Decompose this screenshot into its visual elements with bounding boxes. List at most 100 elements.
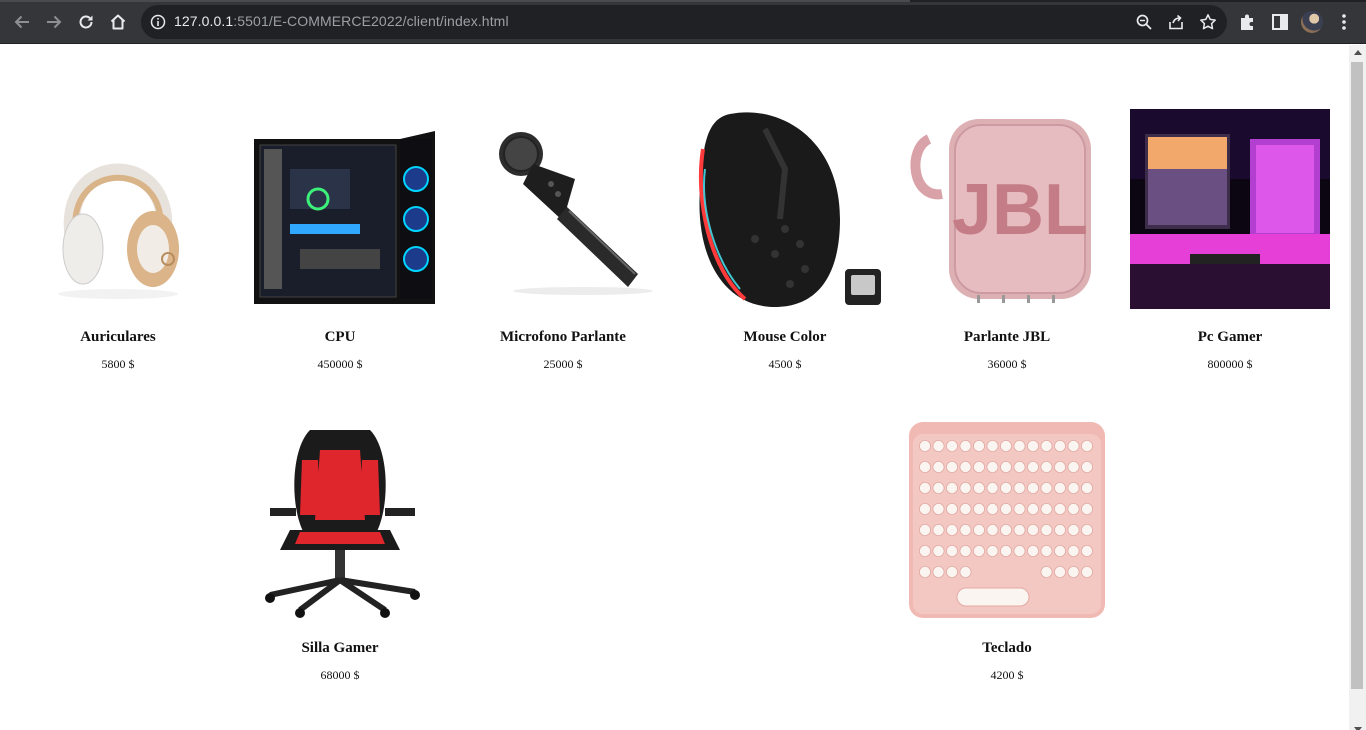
product-price: 450000 $ xyxy=(317,357,363,371)
url-text[interactable]: 127.0.0.1:5501/E-COMMERCE2022/client/ind… xyxy=(174,13,509,29)
product-price: 4500 $ xyxy=(768,357,802,371)
keycap xyxy=(1067,545,1080,558)
product-card-teclado[interactable]: Teclado 4200 $ xyxy=(897,420,1117,682)
keycap xyxy=(918,545,931,558)
product-price: 5800 $ xyxy=(101,357,135,371)
product-name: Pc Gamer xyxy=(1197,329,1263,345)
keycap xyxy=(946,439,959,452)
product-card-silla-gamer[interactable]: Silla Gamer 68000 $ xyxy=(230,420,450,682)
keycap xyxy=(1027,524,1040,537)
mouse-image[interactable] xyxy=(685,109,885,309)
keycap xyxy=(973,482,986,495)
keycap xyxy=(1080,524,1093,537)
keycap xyxy=(918,565,931,578)
info-icon[interactable] xyxy=(150,14,166,30)
forward-arrow-icon[interactable] xyxy=(42,10,66,34)
zoom-icon[interactable] xyxy=(1135,13,1153,31)
gaming-chair-image[interactable] xyxy=(240,420,440,620)
keycap xyxy=(932,565,945,578)
microphone-image[interactable] xyxy=(463,109,663,309)
keycap xyxy=(918,439,931,452)
product-card-auriculares[interactable]: Auriculares 5800 $ xyxy=(8,109,228,371)
keycap xyxy=(959,503,972,516)
keycap xyxy=(918,482,931,495)
keycap xyxy=(959,545,972,558)
side-panel-icon[interactable] xyxy=(1270,12,1290,32)
keycap xyxy=(959,439,972,452)
keycap xyxy=(1067,439,1080,452)
keycap xyxy=(1040,482,1053,495)
gaming-setup-image[interactable] xyxy=(1130,109,1330,309)
keycap xyxy=(973,461,986,474)
puzzle-icon[interactable] xyxy=(1238,12,1258,32)
product-card-microfono-parlante[interactable]: Microfono Parlante 25000 $ xyxy=(453,109,673,371)
browser-toolbar: 127.0.0.1:5501/E-COMMERCE2022/client/ind… xyxy=(0,0,1366,44)
keycap xyxy=(1000,439,1013,452)
keycap xyxy=(932,524,945,537)
keycap xyxy=(1053,565,1066,578)
scroll-up-arrow-icon[interactable] xyxy=(1354,50,1362,55)
keycap xyxy=(1053,439,1066,452)
keycap xyxy=(1067,565,1080,578)
product-card-mouse-color[interactable]: Mouse Color 4500 $ xyxy=(675,109,895,371)
keycap xyxy=(1080,439,1093,452)
kebab-menu-icon[interactable] xyxy=(1334,12,1354,32)
keycap xyxy=(918,461,931,474)
keycap xyxy=(959,565,972,578)
back-arrow-icon[interactable] xyxy=(10,10,34,34)
keycap xyxy=(1013,503,1026,516)
keycap xyxy=(959,482,972,495)
keycap xyxy=(1067,524,1080,537)
product-name: Auriculares xyxy=(80,329,156,345)
star-icon[interactable] xyxy=(1199,13,1217,31)
product-price: 800000 $ xyxy=(1207,357,1253,371)
keycap xyxy=(946,545,959,558)
share-icon[interactable] xyxy=(1167,13,1185,31)
pc-case-image[interactable] xyxy=(240,109,440,309)
keycap xyxy=(986,461,999,474)
url-path: :5501/E-COMMERCE2022/client/index.html xyxy=(233,13,509,29)
keycap xyxy=(1040,545,1053,558)
home-icon[interactable] xyxy=(106,10,130,34)
product-name: CPU xyxy=(324,329,356,345)
jbl-logo: JBL xyxy=(952,170,1088,250)
keycap xyxy=(946,482,959,495)
headphones-image[interactable] xyxy=(18,109,218,309)
keycap xyxy=(1000,461,1013,474)
product-card-cpu[interactable]: CPU 450000 $ xyxy=(230,109,450,371)
keycap xyxy=(973,524,986,537)
product-card-parlante-jbl[interactable]: JBL Parlante JBL 36000 $ xyxy=(897,109,1117,371)
keycap xyxy=(986,482,999,495)
keycap xyxy=(986,524,999,537)
keycap xyxy=(1040,524,1053,537)
vertical-scrollbar[interactable] xyxy=(1349,45,1366,730)
keycap xyxy=(946,565,959,578)
keycap xyxy=(1053,503,1066,516)
product-price: 25000 $ xyxy=(543,357,583,371)
keyboard-image[interactable] xyxy=(907,420,1107,620)
speaker-image[interactable]: JBL xyxy=(907,109,1107,309)
address-bar[interactable]: 127.0.0.1:5501/E-COMMERCE2022/client/ind… xyxy=(141,5,1227,39)
keycap xyxy=(973,439,986,452)
tab-strip-edge xyxy=(0,0,1366,2)
product-name: Parlante JBL xyxy=(963,329,1051,345)
keycap xyxy=(1013,482,1026,495)
product-name: Silla Gamer xyxy=(301,640,379,656)
product-name: Microfono Parlante xyxy=(500,329,626,345)
keycap xyxy=(973,545,986,558)
keycap xyxy=(1080,565,1093,578)
keycap xyxy=(1040,503,1053,516)
keycap xyxy=(1027,461,1040,474)
reload-icon[interactable] xyxy=(74,10,98,34)
product-price: 36000 $ xyxy=(987,357,1027,371)
keycap xyxy=(932,503,945,516)
product-price: 4200 $ xyxy=(990,668,1024,682)
keycap xyxy=(1067,482,1080,495)
scrollbar-thumb[interactable] xyxy=(1351,62,1363,689)
profile-avatar[interactable] xyxy=(1301,11,1323,33)
keycap xyxy=(986,545,999,558)
keycap xyxy=(946,461,959,474)
product-card-pc-gamer[interactable]: Pc Gamer 800000 $ xyxy=(1120,109,1340,371)
keycap xyxy=(1000,482,1013,495)
keycap xyxy=(1040,439,1053,452)
